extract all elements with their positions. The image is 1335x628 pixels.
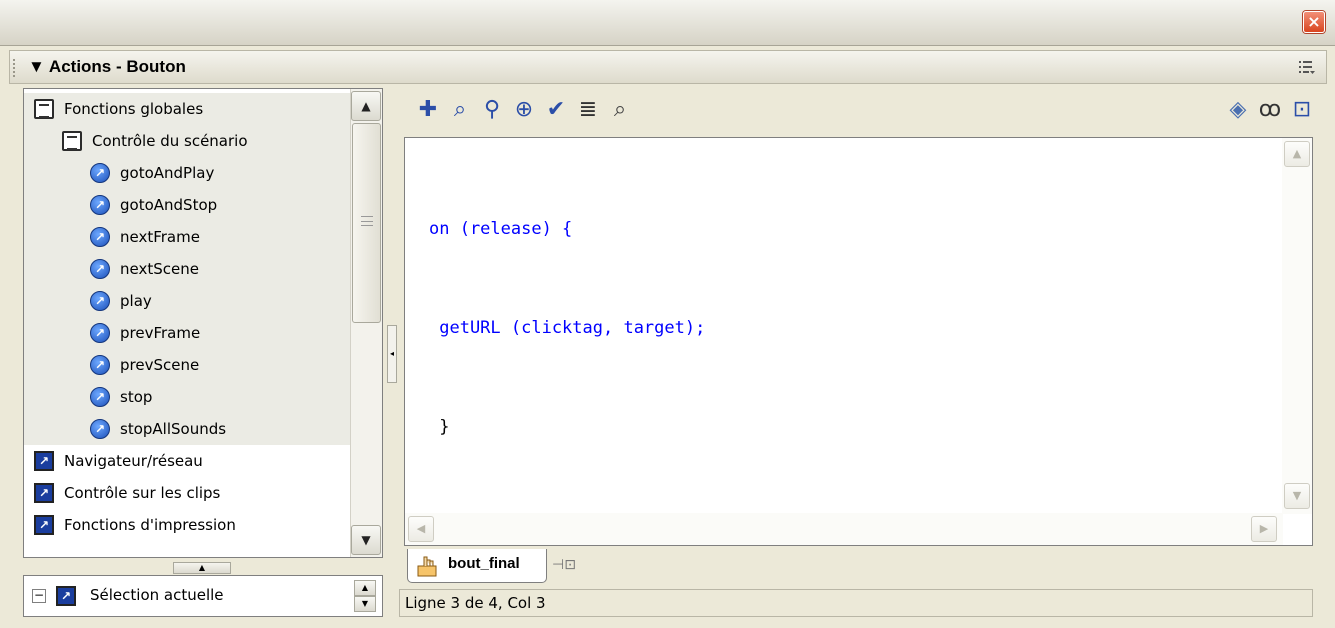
action-circle-icon: ↗ [90, 387, 110, 407]
current-selection-label[interactable]: Sélection actuelle [90, 586, 224, 604]
tree-item[interactable]: ↗ Navigateur/réseau [24, 445, 350, 477]
tree-item[interactable]: ↗ nextFrame [24, 221, 350, 253]
check-syntax-icon[interactable]: ✔ [542, 96, 570, 124]
button-symbol-icon [417, 556, 437, 577]
collapse-node-icon[interactable]: − [32, 589, 46, 603]
tree-item-label: play [120, 292, 152, 310]
action-circle-icon: ↗ [90, 323, 110, 343]
action-circle-icon: ↗ [90, 355, 110, 375]
collapse-triangle-icon[interactable]: ▼ [28, 57, 45, 76]
action-circle-icon: ↗ [90, 419, 110, 439]
pin-script-icon[interactable]: ⊣⊡ [552, 557, 576, 575]
editor-vertical-scrollbar[interactable]: ▲ ▼ [1282, 138, 1312, 514]
tree-item[interactable]: Fonctions globales [24, 93, 350, 125]
code-line-3: } [429, 411, 705, 444]
actions-toolbox: Fonctions globales Contrôle du scénario ↗ g… [23, 88, 383, 558]
action-circle-icon: ↗ [90, 195, 110, 215]
script-navigator: − ↗ Sélection actuelle ▲ ▼ [23, 575, 383, 617]
thumb-grip-icon [361, 216, 373, 226]
script-tab[interactable]: bout_final [407, 549, 547, 583]
tree-item[interactable]: ↗ gotoAndPlay [24, 157, 350, 189]
action-circle-icon: ↗ [90, 163, 110, 183]
scroll-thumb[interactable] [352, 123, 381, 323]
code-line-2: getURL (clicktag, target); [429, 312, 705, 345]
tree-item[interactable]: Contrôle du scénario [24, 125, 350, 157]
tree-item-label: Fonctions globales [64, 100, 204, 118]
spin-up-button[interactable]: ▲ [354, 580, 376, 596]
tree-item[interactable]: ↗ nextScene [24, 253, 350, 285]
code-line-1: on (release) { [429, 213, 705, 246]
find-icon[interactable]: ⌕ [446, 96, 474, 124]
auto-format-icon[interactable]: ≣ [574, 96, 602, 124]
tree-item-label: Contrôle du scénario [92, 132, 248, 150]
action-circle-icon: ↗ [90, 227, 110, 247]
code-hint-icon[interactable]: ⌕ [606, 96, 634, 124]
tree-item[interactable]: ↗ Fonctions d'impression [24, 509, 350, 541]
script-editor[interactable]: on (release) { getURL (clicktag, target)… [404, 137, 1313, 546]
tree-item-label: gotoAndStop [120, 196, 218, 214]
target-icon[interactable]: ⊕ [510, 96, 538, 124]
script-assist-icon[interactable]: ⊡ [1288, 96, 1316, 124]
window-titlebar: × [0, 0, 1335, 46]
book-icon [34, 99, 54, 119]
editor-scroll-up-button[interactable]: ▲ [1284, 141, 1310, 167]
tree-item-label: prevScene [120, 356, 200, 374]
tree-item-label: Contrôle sur les clips [64, 484, 221, 502]
tree-item-label: stopAllSounds [120, 420, 227, 438]
tree-item-label: nextScene [120, 260, 199, 278]
editor-scroll-left-button[interactable]: ◀ [408, 516, 434, 542]
status-bar: Ligne 3 de 4, Col 3 [399, 589, 1313, 617]
tree-item-label: Navigateur/réseau [64, 452, 203, 470]
tree-item[interactable]: ↗ play [24, 285, 350, 317]
editor-horizontal-scrollbar[interactable]: ◀ ▶ [405, 513, 1283, 545]
panel-title-label: Actions - Bouton [48, 57, 186, 76]
tree-item[interactable]: ↗ prevFrame [24, 317, 350, 349]
add-icon[interactable]: ✚ [414, 96, 442, 124]
code-line-1-text: on (release) { [429, 219, 573, 239]
toolbox-splitter-button[interactable]: ▲ [173, 562, 231, 574]
toolbox-scrollbar[interactable]: ▲ ▼ [350, 89, 382, 557]
tree-item-label: gotoAndPlay [120, 164, 215, 182]
tree-item-label: prevFrame [120, 324, 201, 342]
action-square-icon: ↗ [34, 483, 54, 503]
drag-grip-icon[interactable] [13, 59, 19, 77]
code-line-2-text: getURL (clicktag, target); [429, 318, 706, 338]
panel-title[interactable]: ▼ Actions - Bouton [28, 57, 186, 77]
cursor-position: Ligne 3 de 4, Col 3 [405, 594, 546, 612]
tree-item[interactable]: ↗ Contrôle sur les clips [24, 477, 350, 509]
tree-item[interactable]: ↗ stopAllSounds [24, 413, 350, 445]
panel-options-menu-icon[interactable] [1298, 59, 1316, 75]
code-line-3-text: } [429, 417, 450, 437]
tree-item-label: stop [120, 388, 153, 406]
scroll-down-button[interactable]: ▼ [351, 525, 381, 555]
tree-item[interactable]: ↗ gotoAndStop [24, 189, 350, 221]
action-square-icon: ↗ [34, 515, 54, 535]
close-button[interactable]: × [1303, 11, 1325, 33]
code-area[interactable]: on (release) { getURL (clicktag, target)… [429, 147, 705, 510]
scroll-up-button[interactable]: ▲ [351, 91, 381, 121]
tree-item-label: Fonctions d'impression [64, 516, 236, 534]
collapse-toolbox-button[interactable]: ◂ [387, 325, 397, 383]
tree-item[interactable]: ↗ prevScene [24, 349, 350, 381]
panel-header[interactable]: ▼ Actions - Bouton [9, 50, 1327, 84]
tree-item-label: nextFrame [120, 228, 200, 246]
spin-down-button[interactable]: ▼ [354, 596, 376, 612]
editor-scroll-down-button[interactable]: ▼ [1284, 483, 1310, 509]
script-tab-label: bout_final [448, 555, 520, 572]
book-icon [62, 131, 82, 151]
action-square-icon: ↗ [34, 451, 54, 471]
debug-options-icon[interactable]: ꝏ [1256, 96, 1284, 124]
navigator-spinner[interactable]: ▲ ▼ [354, 580, 376, 613]
current-selection-icon: ↗ [56, 586, 76, 606]
action-circle-icon: ↗ [90, 259, 110, 279]
editor-scroll-right-button[interactable]: ▶ [1251, 516, 1277, 542]
action-circle-icon: ↗ [90, 291, 110, 311]
script-toolbar: ✚ ⌕ ⚲ ⊕ ✔ ≣ ⌕ ◈ ꝏ ⊡ [404, 88, 1327, 136]
replace-icon[interactable]: ⚲ [478, 96, 506, 124]
reference-icon[interactable]: ◈ [1224, 96, 1252, 124]
tree-item[interactable]: ↗ stop [24, 381, 350, 413]
